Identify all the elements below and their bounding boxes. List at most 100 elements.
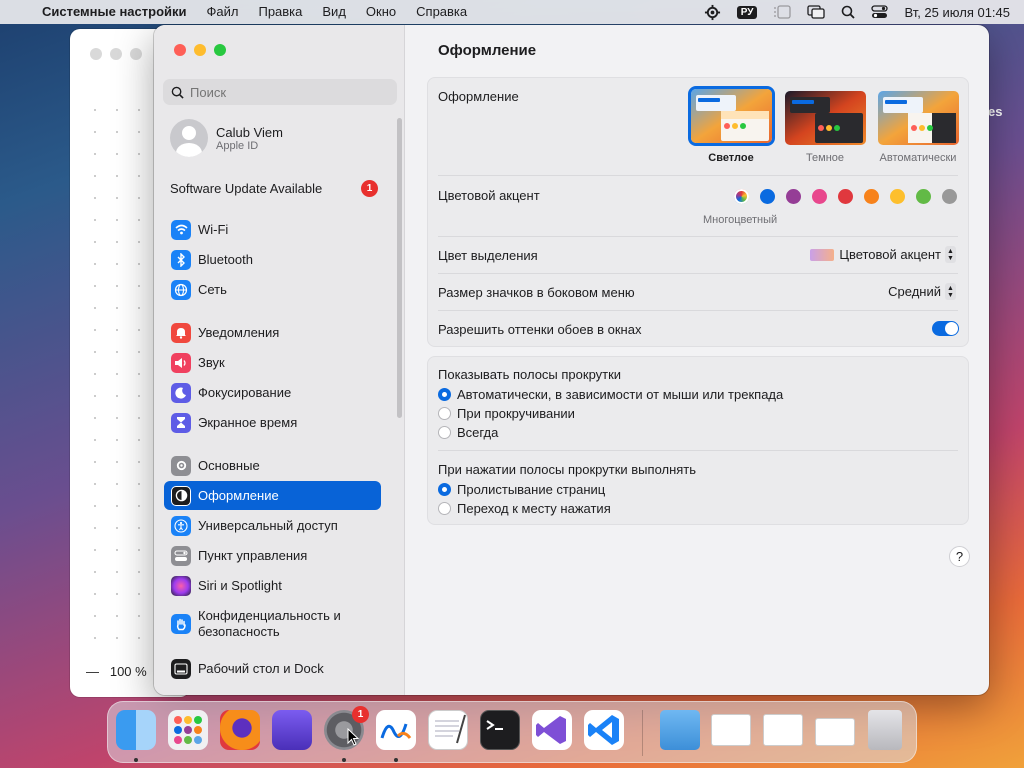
software-update-item[interactable]: Software Update Available 1 bbox=[170, 180, 378, 197]
globe-icon bbox=[171, 279, 191, 300]
account-subtitle: Apple ID bbox=[216, 139, 259, 152]
sidebar-icon-size-popup[interactable]: Средний ▲ ▼ bbox=[888, 283, 956, 300]
control-center-icon bbox=[171, 545, 191, 566]
highlight-color-popup[interactable]: Цветовой акцент ▲ ▼ bbox=[810, 246, 956, 263]
accent-orange-swatch[interactable] bbox=[864, 189, 879, 204]
window-thumb-icon[interactable] bbox=[815, 718, 855, 746]
sidebar-item-focus[interactable]: Фокусирование bbox=[164, 378, 381, 407]
accent-purple-swatch[interactable] bbox=[786, 189, 801, 204]
accent-yellow-swatch[interactable] bbox=[890, 189, 905, 204]
menu-view[interactable]: Вид bbox=[312, 0, 356, 24]
menu-clock[interactable]: Вт, 25 июля 01:45 bbox=[896, 0, 1024, 24]
downloads-folder-icon[interactable] bbox=[660, 710, 700, 750]
appearance-auto-option[interactable] bbox=[878, 91, 959, 145]
sidebar-item-label: Оформление bbox=[198, 487, 279, 503]
spotlight-search-icon[interactable] bbox=[833, 0, 863, 24]
accent-pink-swatch[interactable] bbox=[812, 189, 827, 204]
firefox-icon[interactable] bbox=[220, 710, 260, 750]
sidebar-item-privacy[interactable]: Конфиденциальность и безопасность bbox=[164, 605, 381, 643]
wallpaper-tint-label: Разрешить оттенки обоев в окнах bbox=[438, 322, 642, 337]
appearance-auto-label: Автоматически bbox=[879, 152, 957, 164]
accent-green-swatch[interactable] bbox=[916, 189, 931, 204]
menu-help[interactable]: Справка bbox=[406, 0, 477, 24]
sidebar-item-accessibility[interactable]: Универсальный доступ bbox=[164, 511, 381, 540]
minimize-button[interactable] bbox=[194, 44, 206, 56]
sidebar-item-sound[interactable]: Звук bbox=[164, 348, 381, 377]
input-source-indicator[interactable]: РУ bbox=[729, 0, 766, 24]
running-indicator bbox=[342, 758, 346, 762]
update-badge: 1 bbox=[361, 180, 378, 197]
radio-empty-icon bbox=[438, 502, 451, 515]
window-thumb-icon[interactable] bbox=[763, 714, 803, 746]
window-thumb-icon[interactable] bbox=[711, 714, 751, 746]
stage-manager-icon[interactable] bbox=[765, 0, 799, 24]
radio-selected-icon bbox=[438, 388, 451, 401]
bg-window-close-button[interactable] bbox=[90, 48, 102, 60]
freeform-icon[interactable] bbox=[376, 710, 416, 750]
scroll-click-page-radio[interactable]: Пролистывание страниц bbox=[438, 482, 605, 497]
radio-label: Всегда bbox=[457, 425, 499, 440]
accent-blue-swatch[interactable] bbox=[760, 189, 775, 204]
setapp-icon[interactable] bbox=[272, 710, 312, 750]
highlight-color-value: Цветовой акцент bbox=[839, 247, 941, 262]
scroll-click-spot-radio[interactable]: Переход к месту нажатия bbox=[438, 501, 611, 516]
bg-window-minimize-button[interactable] bbox=[110, 48, 122, 60]
menu-edit[interactable]: Правка bbox=[248, 0, 312, 24]
sidebar-scrollbar[interactable] bbox=[397, 118, 402, 418]
appearance-icon bbox=[171, 485, 191, 506]
apple-id-account[interactable]: Calub Viem Apple ID bbox=[170, 119, 283, 157]
sidebar-item-notifications[interactable]: Уведомления bbox=[164, 318, 381, 347]
appearance-light-option[interactable] bbox=[691, 89, 772, 143]
textedit-icon[interactable] bbox=[428, 710, 468, 750]
close-button[interactable] bbox=[174, 44, 186, 56]
sidebar-item-general[interactable]: Основные bbox=[164, 451, 381, 480]
radio-label: При прокручивании bbox=[457, 406, 575, 421]
divider bbox=[438, 310, 958, 311]
zoom-minus-icon[interactable]: — bbox=[86, 664, 99, 679]
sidebar-item-network[interactable]: Сеть bbox=[164, 275, 381, 304]
launchpad-icon[interactable] bbox=[168, 710, 208, 750]
finder-icon[interactable] bbox=[116, 710, 156, 750]
sidebar-item-label: Звук bbox=[198, 354, 225, 370]
sidebar-item-label: Экранное время bbox=[198, 414, 298, 430]
sidebar-item-siri[interactable]: Siri и Spotlight bbox=[164, 571, 381, 600]
menu-window[interactable]: Окно bbox=[356, 0, 406, 24]
dock-icon bbox=[171, 658, 191, 679]
appearance-dark-option[interactable] bbox=[785, 91, 866, 145]
window-controls bbox=[174, 44, 226, 56]
apple-menu-icon[interactable] bbox=[0, 0, 32, 24]
scrollbar-auto-radio[interactable]: Автоматически, в зависимости от мыши или… bbox=[438, 387, 783, 402]
terminal-icon[interactable] bbox=[480, 710, 520, 750]
control-center-status-icon[interactable] bbox=[863, 0, 896, 24]
help-button[interactable]: ? bbox=[949, 546, 970, 567]
accent-multicolor-swatch[interactable] bbox=[734, 189, 749, 204]
trash-icon[interactable] bbox=[868, 710, 902, 750]
bluetooth-icon bbox=[171, 249, 191, 270]
menu-file[interactable]: Файл bbox=[197, 0, 249, 24]
visual-studio-icon[interactable] bbox=[532, 710, 572, 750]
wallpaper-tint-toggle[interactable] bbox=[932, 321, 959, 336]
running-indicator bbox=[134, 758, 138, 762]
sidebar-item-appearance[interactable]: Оформление bbox=[164, 481, 381, 510]
settings-gear-status-icon[interactable] bbox=[696, 0, 729, 24]
sidebar-item-bluetooth[interactable]: Bluetooth bbox=[164, 245, 381, 274]
sidebar-item-desktop-dock[interactable]: Рабочий стол и Dock bbox=[164, 654, 381, 683]
running-indicator bbox=[394, 758, 398, 762]
sidebar-item-screen-time[interactable]: Экранное время bbox=[164, 408, 381, 437]
search-field[interactable] bbox=[163, 79, 397, 105]
accent-red-swatch[interactable] bbox=[838, 189, 853, 204]
menu-app-name[interactable]: Системные настройки bbox=[32, 0, 197, 24]
sidebar-item-wifi[interactable]: Wi-Fi bbox=[164, 215, 381, 244]
vscode-icon[interactable] bbox=[584, 710, 624, 750]
screen-mirroring-icon[interactable] bbox=[799, 0, 833, 24]
zoom-button[interactable] bbox=[214, 44, 226, 56]
accent-graphite-swatch[interactable] bbox=[942, 189, 957, 204]
sidebar-item-label: Bluetooth bbox=[198, 251, 253, 267]
zoom-control[interactable]: — 100 % bbox=[86, 664, 147, 679]
scrollbar-scrolling-radio[interactable]: При прокручивании bbox=[438, 406, 575, 421]
search-input[interactable] bbox=[190, 84, 380, 100]
bg-window-zoom-button[interactable] bbox=[130, 48, 142, 60]
sidebar-item-label: Конфиденциальность и безопасность bbox=[198, 608, 341, 639]
sidebar-item-control-center[interactable]: Пункт управления bbox=[164, 541, 381, 570]
scrollbar-always-radio[interactable]: Всегда bbox=[438, 425, 498, 440]
